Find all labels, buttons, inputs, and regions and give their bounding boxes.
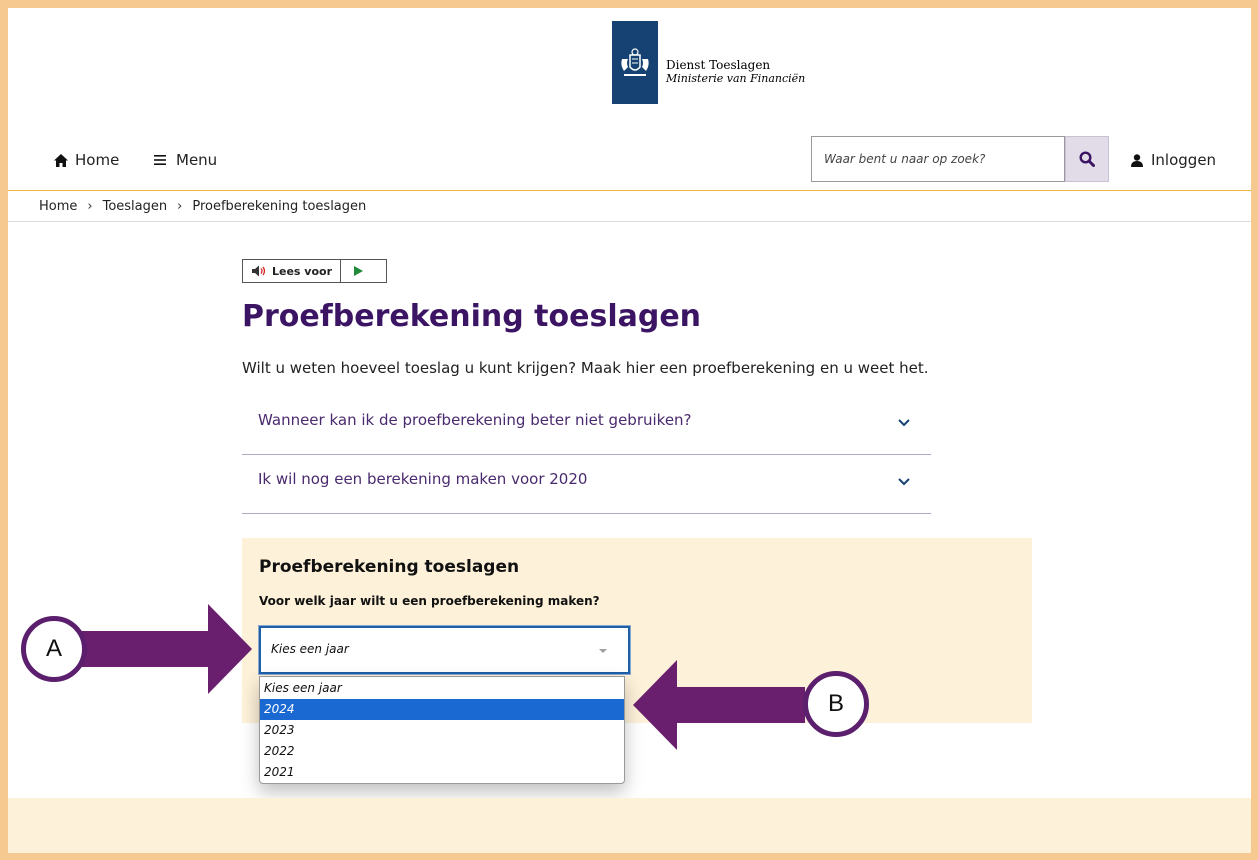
year-option[interactable]: 2021	[260, 762, 624, 783]
year-option[interactable]: 2022	[260, 741, 624, 762]
play-icon	[353, 266, 363, 276]
year-option[interactable]: Kies een jaar	[260, 678, 624, 699]
read-aloud-button[interactable]: Lees voor	[243, 260, 342, 282]
panel-title: Proefberekening toeslagen	[259, 557, 520, 577]
accordion-item[interactable]: Ik wil nog een berekening maken voor 202…	[242, 456, 931, 514]
chevron-down-icon	[898, 478, 910, 486]
org-subtitle: Ministerie van Financiën	[666, 72, 806, 85]
callout-a: A	[21, 616, 87, 682]
coat-of-arms-icon	[621, 48, 649, 76]
breadcrumb-separator-icon: ›	[177, 198, 183, 214]
year-option[interactable]: 2023	[260, 720, 624, 741]
home-icon	[54, 153, 68, 167]
search-box	[811, 136, 1074, 182]
accordion-label: Wanneer kan ik de proefberekening beter …	[258, 411, 692, 429]
year-dropdown-list: Kies een jaar 2024 2023 2022 2021	[259, 676, 625, 784]
read-aloud-widget: Lees voor	[242, 259, 387, 283]
main-nav: Home Menu Inloggen	[8, 136, 1251, 191]
callout-a-label: A	[45, 635, 62, 662]
read-aloud-label: Lees voor	[272, 264, 333, 278]
arrow-left-icon	[633, 660, 805, 750]
year-select-value: Kies een jaar	[271, 642, 349, 656]
breadcrumb-current: Proefberekening toeslagen	[192, 198, 367, 214]
arrow-right-icon	[80, 604, 252, 694]
breadcrumb: Home › Toeslagen › Proefberekening toesl…	[8, 191, 1251, 222]
footer-band	[8, 798, 1251, 853]
rijksoverheid-logo[interactable]	[612, 21, 658, 104]
breadcrumb-separator-icon: ›	[87, 198, 93, 214]
nav-home-link[interactable]: Home	[54, 151, 119, 169]
nav-menu-label: Menu	[176, 151, 218, 169]
breadcrumb-toeslagen[interactable]: Toeslagen	[103, 199, 168, 214]
search-icon	[1079, 151, 1095, 167]
nav-home-label: Home	[75, 151, 120, 169]
callout-b-label: B	[827, 690, 844, 717]
year-question-label: Voor welk jaar wilt u een proefberekenin…	[259, 594, 600, 608]
caret-down-icon	[599, 649, 607, 653]
accordion-label: Ik wil nog een berekening maken voor 202…	[258, 470, 588, 488]
login-link[interactable]: Inloggen	[1131, 151, 1216, 169]
callout-b: B	[803, 671, 869, 737]
year-select[interactable]: Kies een jaar	[258, 625, 631, 675]
play-button[interactable]	[341, 260, 375, 282]
nav-menu-button[interactable]: Menu	[154, 151, 217, 169]
chevron-down-icon	[898, 419, 910, 427]
page-title: Proefberekening toeslagen	[242, 299, 702, 334]
org-name: Dienst Toeslagen	[666, 58, 771, 72]
logo-text: Dienst Toeslagen Ministerie van Financië…	[666, 58, 806, 86]
user-icon	[1131, 153, 1143, 167]
search-input[interactable]	[812, 137, 1074, 181]
breadcrumb-home[interactable]: Home	[39, 199, 77, 214]
login-label: Inloggen	[1151, 151, 1217, 169]
hamburger-icon	[154, 155, 166, 165]
search-button[interactable]	[1065, 136, 1109, 182]
accordion-item[interactable]: Wanneer kan ik de proefberekening beter …	[242, 397, 931, 455]
year-option-highlighted[interactable]: 2024	[260, 699, 624, 720]
speaker-icon	[252, 265, 266, 277]
intro-text: Wilt u weten hoeveel toeslag u kunt krij…	[242, 359, 929, 377]
